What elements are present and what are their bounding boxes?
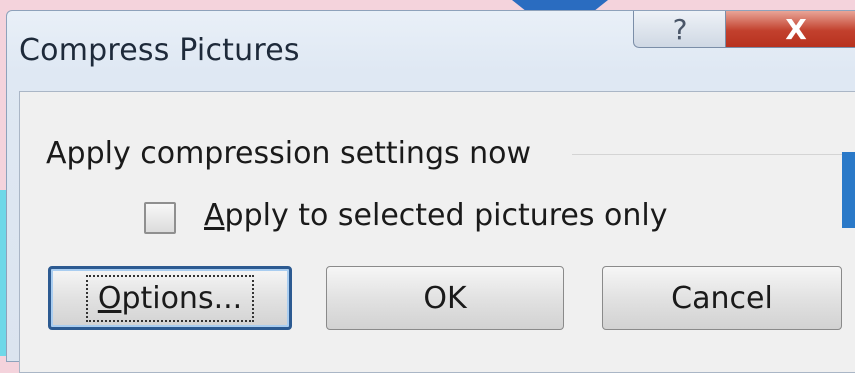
- mnemonic-o: O: [97, 280, 122, 316]
- compress-pictures-dialog: Compress Pictures ? X Apply compression …: [6, 10, 855, 373]
- focus-rect: Options...: [85, 274, 255, 322]
- group-separator: [572, 154, 842, 155]
- help-icon: ?: [672, 12, 688, 46]
- options-label: ptions...: [121, 280, 243, 316]
- dialog-content: Apply compression settings now Apply to …: [19, 91, 855, 373]
- side-accent: [842, 152, 855, 228]
- cancel-button[interactable]: Cancel: [602, 266, 842, 330]
- apply-selected-only-checkbox[interactable]: [144, 202, 176, 234]
- help-button[interactable]: ?: [633, 11, 727, 48]
- close-icon: X: [785, 12, 807, 46]
- close-button[interactable]: X: [725, 11, 855, 48]
- apply-selected-only-label[interactable]: Apply to selected pictures only: [204, 198, 667, 233]
- compression-group-label: Apply compression settings now: [46, 136, 532, 171]
- dialog-title: Compress Pictures: [19, 33, 300, 68]
- options-button[interactable]: Options...: [48, 266, 292, 330]
- checkbox-label-text: pply to selected pictures only: [224, 198, 668, 233]
- ok-button[interactable]: OK: [326, 266, 564, 330]
- mnemonic-a: A: [204, 198, 225, 233]
